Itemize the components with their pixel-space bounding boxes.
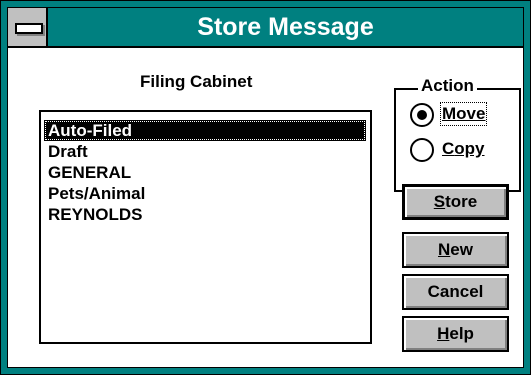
filing-cabinet-label: Filing Cabinet	[140, 72, 253, 91]
new-button[interactable]: New	[402, 232, 509, 268]
system-menu-button[interactable]	[8, 8, 48, 46]
cancel-button[interactable]: Cancel	[402, 274, 509, 310]
system-menu-icon	[15, 23, 43, 34]
move-radio-button[interactable]	[410, 103, 434, 127]
cancel-label: Cancel	[427, 282, 484, 301]
filing-cabinet-listbox[interactable]: Auto-Filed Draft GENERAL Pets/Animal REY…	[39, 110, 372, 344]
list-item[interactable]: Pets/Animal	[44, 183, 145, 204]
help-label-rest: elp	[449, 324, 474, 343]
copy-radio-button[interactable]	[410, 138, 434, 162]
radio-selected-dot	[417, 110, 427, 120]
list-item[interactable]: REYNOLDS	[44, 204, 142, 225]
move-label-rest: ove	[456, 104, 486, 123]
store-message-dialog: Store Message Filing Cabinet Auto-Filed …	[0, 0, 531, 375]
copy-radio-label[interactable]: Copy	[442, 139, 485, 159]
copy-label-rest: opy	[454, 139, 485, 158]
store-button[interactable]: Store	[402, 184, 509, 220]
copy-mnemonic: C	[442, 139, 455, 158]
store-mnemonic: S	[433, 192, 446, 211]
move-radio-label[interactable]: Move	[439, 102, 488, 126]
store-label-rest: tore	[445, 192, 478, 211]
help-button[interactable]: Help	[402, 316, 509, 352]
action-group-title: Action	[418, 76, 477, 96]
title-bar[interactable]: Store Message	[8, 8, 523, 48]
list-item[interactable]: Auto-Filed	[44, 120, 366, 141]
list-item[interactable]: GENERAL	[44, 162, 131, 183]
new-label-rest: ew	[450, 240, 473, 259]
window-title: Store Message	[197, 13, 374, 41]
new-mnemonic: N	[438, 240, 451, 259]
move-mnemonic: M	[442, 104, 457, 123]
help-mnemonic: H	[437, 324, 450, 343]
list-item[interactable]: Draft	[44, 141, 88, 162]
dialog-body: Store Message Filing Cabinet Auto-Filed …	[7, 7, 524, 368]
